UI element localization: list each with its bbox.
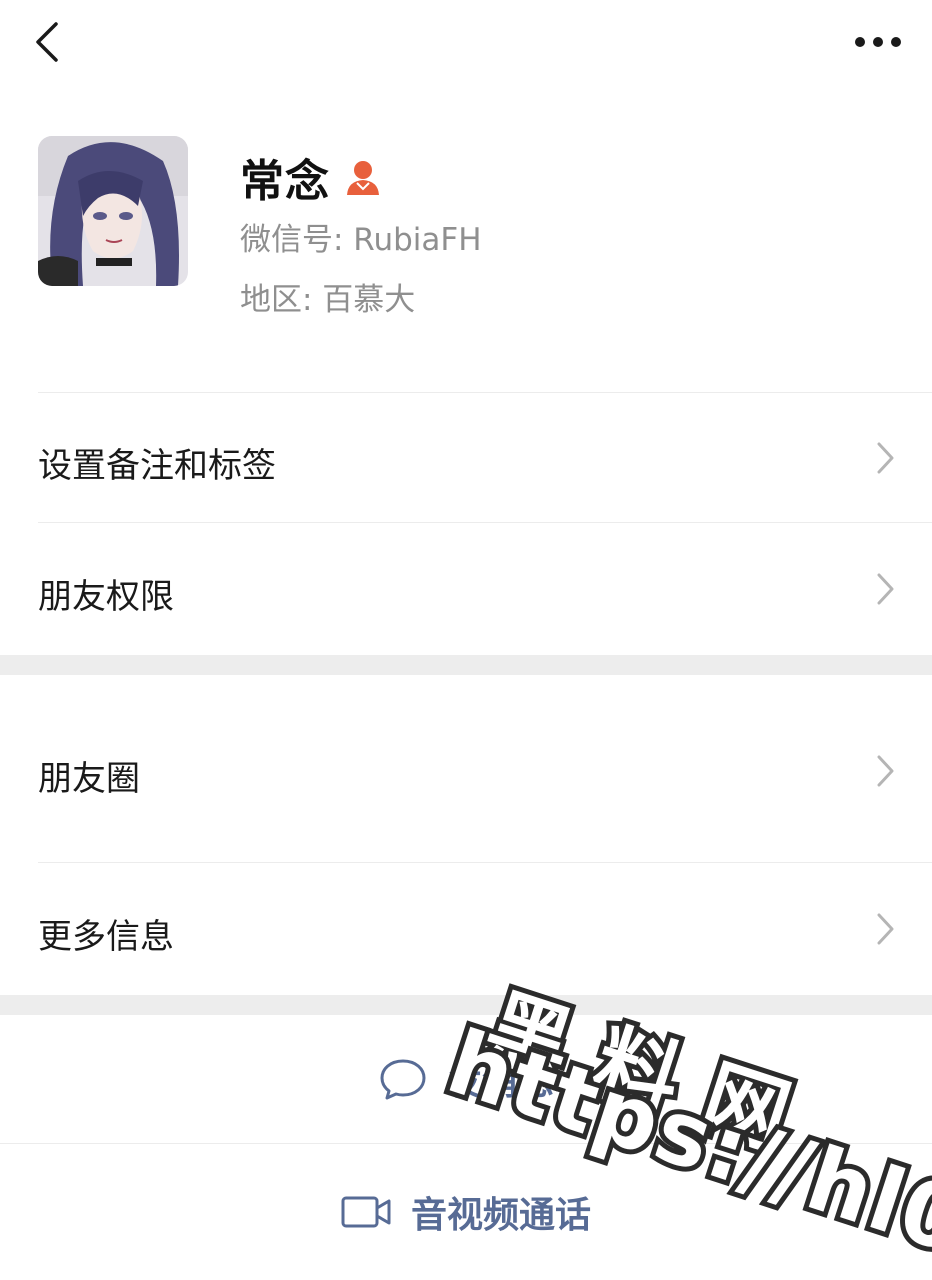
top-bar — [0, 0, 932, 90]
send-message-button[interactable]: 发消息 — [0, 1015, 932, 1143]
name-row: 常念 — [240, 146, 382, 208]
more-dots-icon — [855, 37, 901, 47]
chevron-left-icon — [36, 22, 58, 62]
chat-bubble-icon — [380, 1059, 426, 1100]
permissions-label: 朋友权限 — [38, 577, 174, 617]
av-call-button[interactable]: 音视频通话 — [0, 1144, 932, 1280]
chevron-right-icon — [877, 755, 894, 787]
send-message-label: 发消息 — [445, 1062, 554, 1103]
remark-tags-label: 设置备注和标签 — [38, 446, 276, 486]
chevron-right-icon — [877, 442, 894, 474]
video-camera-icon — [341, 1196, 391, 1228]
moments-row[interactable]: 朋友圈 — [0, 675, 932, 863]
moments-label: 朋友圈 — [38, 759, 140, 799]
profile-header: 常念 微信号: RubiaFH 地区: 百慕大 — [0, 110, 932, 390]
region: 地区: 百慕大 — [240, 282, 416, 318]
avatar[interactable] — [38, 136, 188, 286]
permissions-row[interactable]: 朋友权限 — [0, 523, 932, 655]
av-call-label: 音视频通话 — [410, 1195, 591, 1236]
more-info-label: 更多信息 — [38, 917, 174, 957]
wechat-id: 微信号: RubiaFH — [240, 222, 482, 258]
section-gap — [0, 995, 932, 1015]
section-gap — [0, 655, 932, 675]
more-info-row[interactable]: 更多信息 — [0, 863, 932, 995]
divider — [38, 392, 932, 393]
female-person-icon — [347, 161, 379, 195]
more-options-button[interactable] — [852, 26, 904, 58]
remark-tags-row[interactable]: 设置备注和标签 — [0, 394, 932, 522]
back-button[interactable] — [28, 18, 68, 66]
chevron-right-icon — [877, 913, 894, 945]
contact-name: 常念 — [240, 156, 330, 207]
chevron-right-icon — [877, 573, 894, 605]
